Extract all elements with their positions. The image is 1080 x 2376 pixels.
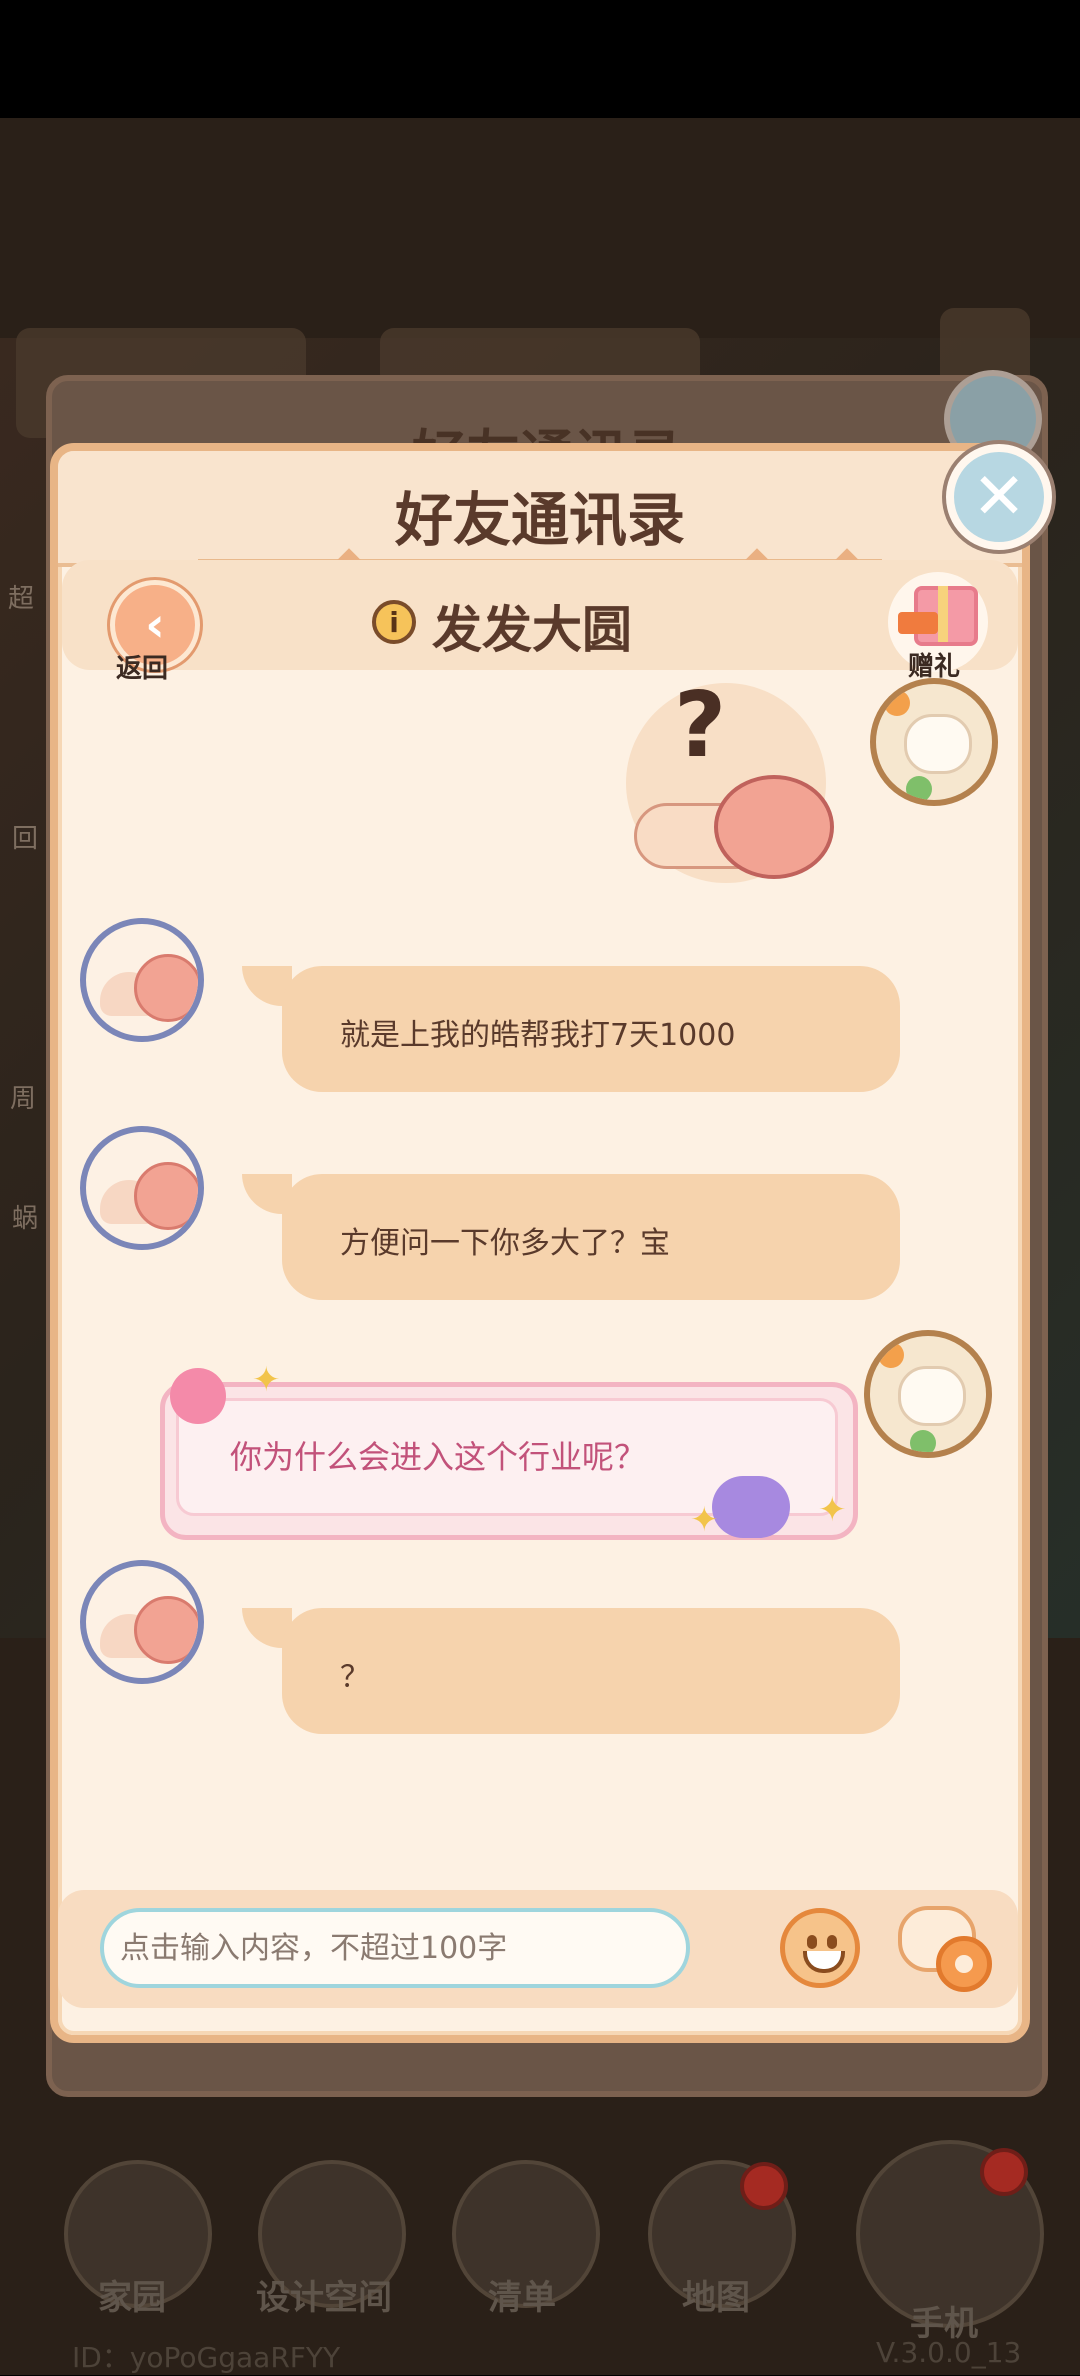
close-button[interactable]: ✕	[946, 444, 1052, 550]
message-text: ？	[340, 1660, 370, 1695]
question-snail-sticker: ?	[626, 673, 834, 883]
snail-shell	[134, 1162, 198, 1230]
dialog-title: 好友通讯录	[394, 486, 685, 554]
message-input[interactable]	[100, 1908, 690, 1988]
message-text: 就是上我的皓帮我打7天1000	[340, 1018, 736, 1053]
pink-flower-icon	[170, 1368, 226, 1424]
leaf-decoration	[906, 776, 932, 800]
snail-shell	[134, 954, 198, 1022]
notification-dot	[980, 2148, 1028, 2196]
question-mark-icon: ?	[674, 673, 727, 778]
friend-avatar[interactable]	[80, 1560, 204, 1684]
gear-hole	[955, 1955, 973, 1973]
gear-icon	[936, 1936, 992, 1992]
user-id: ID：yoPoGgaaRFYY	[72, 2341, 341, 2374]
message-bubble	[282, 1608, 900, 1734]
status-bar	[0, 0, 1080, 118]
gift-arrow-icon	[898, 612, 938, 634]
message-text: 你为什么会进入这个行业呢？	[230, 1438, 647, 1476]
emoji-icon	[827, 1935, 837, 1949]
side-label: 周	[10, 1084, 37, 1114]
snail-shell	[134, 1596, 198, 1664]
nav-label-list[interactable]: 清单	[488, 2270, 556, 2319]
message-text: 方便问一下你多大了？宝	[340, 1226, 670, 1261]
purple-flower-icon	[712, 1476, 790, 1538]
close-icon: ✕	[972, 460, 1026, 534]
info-icon[interactable]: i	[372, 600, 416, 644]
snail-shell	[714, 775, 834, 879]
sparkle-icon: ✦	[252, 1360, 281, 1400]
sheep-face	[904, 714, 972, 774]
leaf-decoration	[910, 1430, 936, 1452]
nav-label-design[interactable]: 设计空间	[256, 2270, 392, 2319]
self-avatar[interactable]	[864, 1330, 992, 1458]
notification-dot	[740, 2162, 788, 2210]
sheep-face	[898, 1366, 966, 1426]
chat-settings-button[interactable]	[898, 1906, 998, 1996]
flower-decoration	[884, 690, 910, 716]
sparkle-icon: ✦	[818, 1490, 847, 1530]
friend-name[interactable]: 发发大圆	[432, 590, 632, 662]
friend-avatar[interactable]	[80, 1126, 204, 1250]
flower-decoration	[878, 1342, 904, 1368]
emoji-icon	[807, 1935, 817, 1949]
side-label: 超	[8, 584, 35, 614]
sparkle-icon: ✦	[690, 1500, 719, 1540]
nav-label-map[interactable]: 地图	[682, 2270, 750, 2319]
back-label[interactable]: 返回	[116, 648, 168, 685]
chevron-left-icon: ‹	[145, 597, 165, 653]
gift-ribbon	[938, 586, 948, 642]
side-label: 回	[12, 824, 39, 854]
side-label: 蜗	[12, 1204, 39, 1234]
version-label: V.3.0.0_13	[876, 2336, 1022, 2369]
self-avatar[interactable]	[870, 678, 998, 806]
emoji-button[interactable]	[780, 1908, 860, 1988]
nav-label-home[interactable]: 家园	[98, 2270, 166, 2319]
friend-avatar[interactable]	[80, 918, 204, 1042]
emoji-mouth	[803, 1951, 845, 1973]
